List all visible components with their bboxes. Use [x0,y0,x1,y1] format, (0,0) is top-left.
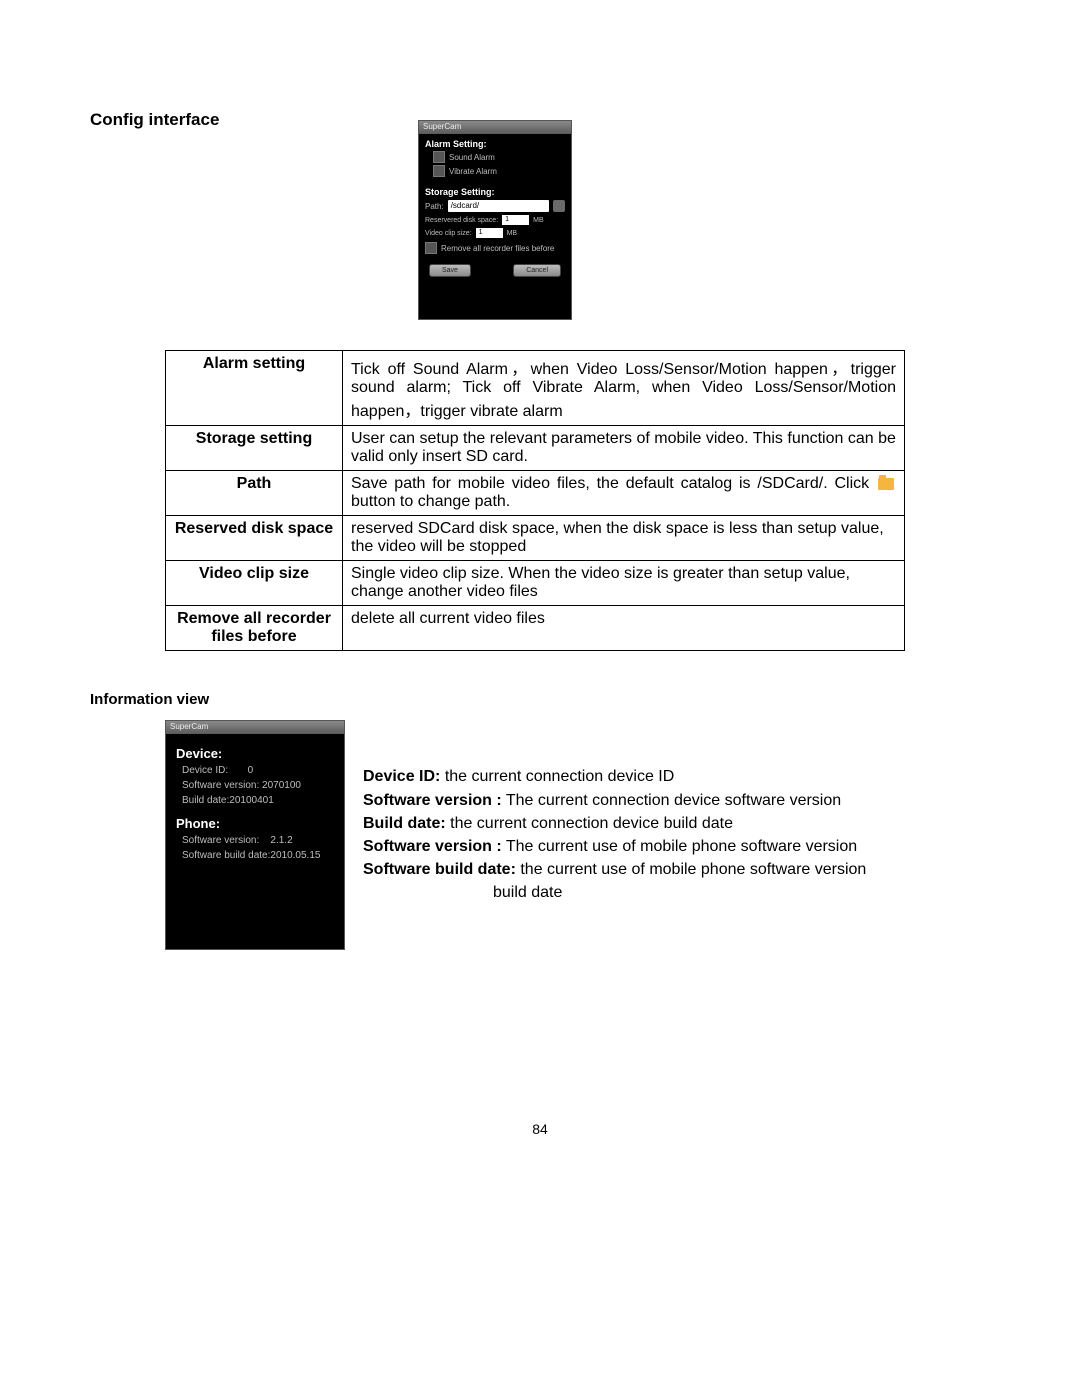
phone-build-value: 2010.05.15 [270,850,320,861]
desc: the current connection device ID [440,768,674,785]
device-build-label: Build date: [182,795,229,806]
video-clip-row: Video clip size: 1 MB [425,228,565,238]
device-build-line: Build date:20100401 [182,795,334,806]
path-desc-pre: Save path for mobile video files, the de… [351,475,876,492]
label: Build date: [363,815,446,832]
label: Device ID: [363,768,440,785]
table-row: Path Save path for mobile video files, t… [166,471,905,516]
alarm-setting-heading: Alarm Setting: [425,139,565,149]
info-line-phone-build-cont: build date [493,881,866,904]
label: Software build date: [363,861,516,878]
checkbox-icon[interactable] [433,165,445,177]
row-label: Video clip size [166,561,343,606]
phone-sw-label: Software version: [182,835,259,846]
phone-body: Alarm Setting: Sound Alarm Vibrate Alarm… [419,134,571,280]
device-id-value: 0 [248,765,254,776]
path-input[interactable]: /sdcard/ [448,200,549,212]
information-view-section: Information view SuperCam Device: Device… [90,691,990,950]
info-line-phone-build: Software build date: the current use of … [363,858,866,881]
info-line-device-software: Software version : The current connectio… [363,789,866,812]
desc: The current use of mobile phone software… [502,838,857,855]
phone-body: Device: Device ID: 0 Software version: 2… [166,734,344,873]
row-desc: User can setup the relevant parameters o… [343,426,905,471]
device-heading: Device: [176,746,334,761]
row-label: Alarm setting [166,351,343,426]
path-label: Path: [425,202,444,211]
row-desc: Single video clip size. When the video s… [343,561,905,606]
table-row: Storage setting User can setup the relev… [166,426,905,471]
path-browse-button[interactable] [553,200,565,212]
row-desc: Save path for mobile video files, the de… [343,471,905,516]
config-table-wrap: Alarm setting Tick off Sound Alarm，when … [165,350,905,651]
device-id-label: Device ID: [182,765,228,776]
reserved-unit: MB [533,217,544,224]
table-row: Alarm setting Tick off Sound Alarm，when … [166,351,905,426]
device-sw-label: Software version: [182,780,259,791]
document-page: Config interface SuperCam Alarm Setting:… [0,0,1080,1397]
folder-icon [878,478,894,490]
sound-alarm-checkbox-row[interactable]: Sound Alarm [433,151,565,163]
table-row: Reserved disk space reserved SDCard disk… [166,516,905,561]
button-row: Save Cancel [425,264,565,277]
screenshot-information: SuperCam Device: Device ID: 0 Software v… [165,720,345,950]
label: Software version : [363,838,502,855]
page-number: 84 [0,1121,1080,1137]
reserved-disk-row: Reservered disk space: 1 MB [425,215,565,225]
information-text: Device ID: the current connection device… [363,765,866,904]
info-line-device-id: Device ID: the current connection device… [363,765,866,788]
row-desc: Tick off Sound Alarm，when Video Loss/Sen… [343,351,905,426]
row-label: Reserved disk space [166,516,343,561]
phone-titlebar: SuperCam [419,121,571,134]
path-desc-post: button to change path. [351,493,510,510]
table-row: Remove all recorder files before delete … [166,606,905,651]
device-build-value: 20100401 [229,795,274,806]
config-table: Alarm setting Tick off Sound Alarm，when … [165,350,905,651]
desc: the current use of mobile phone software… [516,861,866,878]
remove-files-checkbox-row[interactable]: Remove all recorder files before [425,242,565,254]
reserved-input[interactable]: 1 [502,215,529,225]
phone-sw-line: Software version: 2.1.2 [182,835,334,846]
clip-input[interactable]: 1 [476,228,503,238]
phone-titlebar: SuperCam [166,721,344,734]
clip-label: Video clip size: [425,230,472,237]
info-line-phone-software: Software version : The current use of mo… [363,835,866,858]
phone-build-line: Software build date:2010.05.15 [182,850,334,861]
remove-files-label: Remove all recorder files before [441,244,554,253]
row-label: Path [166,471,343,516]
reserved-label: Reservered disk space: [425,217,498,224]
clip-unit: MB [507,230,518,237]
save-button[interactable]: Save [429,264,471,277]
cancel-button[interactable]: Cancel [513,264,561,277]
path-row: Path: /sdcard/ [425,200,565,212]
vibrate-alarm-label: Vibrate Alarm [449,167,497,176]
device-sw-line: Software version: 2070100 [182,780,334,791]
sound-alarm-label: Sound Alarm [449,153,495,162]
storage-setting-heading: Storage Setting: [425,187,565,197]
checkbox-icon[interactable] [433,151,445,163]
checkbox-icon[interactable] [425,242,437,254]
row-desc: delete all current video files [343,606,905,651]
row-desc: reserved SDCard disk space, when the dis… [343,516,905,561]
phone-sw-value: 2.1.2 [270,835,292,846]
screenshot-config: SuperCam Alarm Setting: Sound Alarm Vibr… [418,120,572,320]
info-flex-row: SuperCam Device: Device ID: 0 Software v… [90,720,990,950]
device-sw-value: 2070100 [262,780,301,791]
phone-build-label: Software build date: [182,850,270,861]
device-id-line: Device ID: 0 [182,765,334,776]
desc: the current connection device build date [446,815,733,832]
row-label: Storage setting [166,426,343,471]
row-label: Remove all recorder files before [166,606,343,651]
desc: The current connection device software v… [502,792,841,809]
table-row: Video clip size Single video clip size. … [166,561,905,606]
info-line-build-date: Build date: the current connection devic… [363,812,866,835]
phone-heading: Phone: [176,816,334,831]
vibrate-alarm-checkbox-row[interactable]: Vibrate Alarm [433,165,565,177]
label: Software version : [363,792,502,809]
heading-information-view: Information view [90,691,990,708]
